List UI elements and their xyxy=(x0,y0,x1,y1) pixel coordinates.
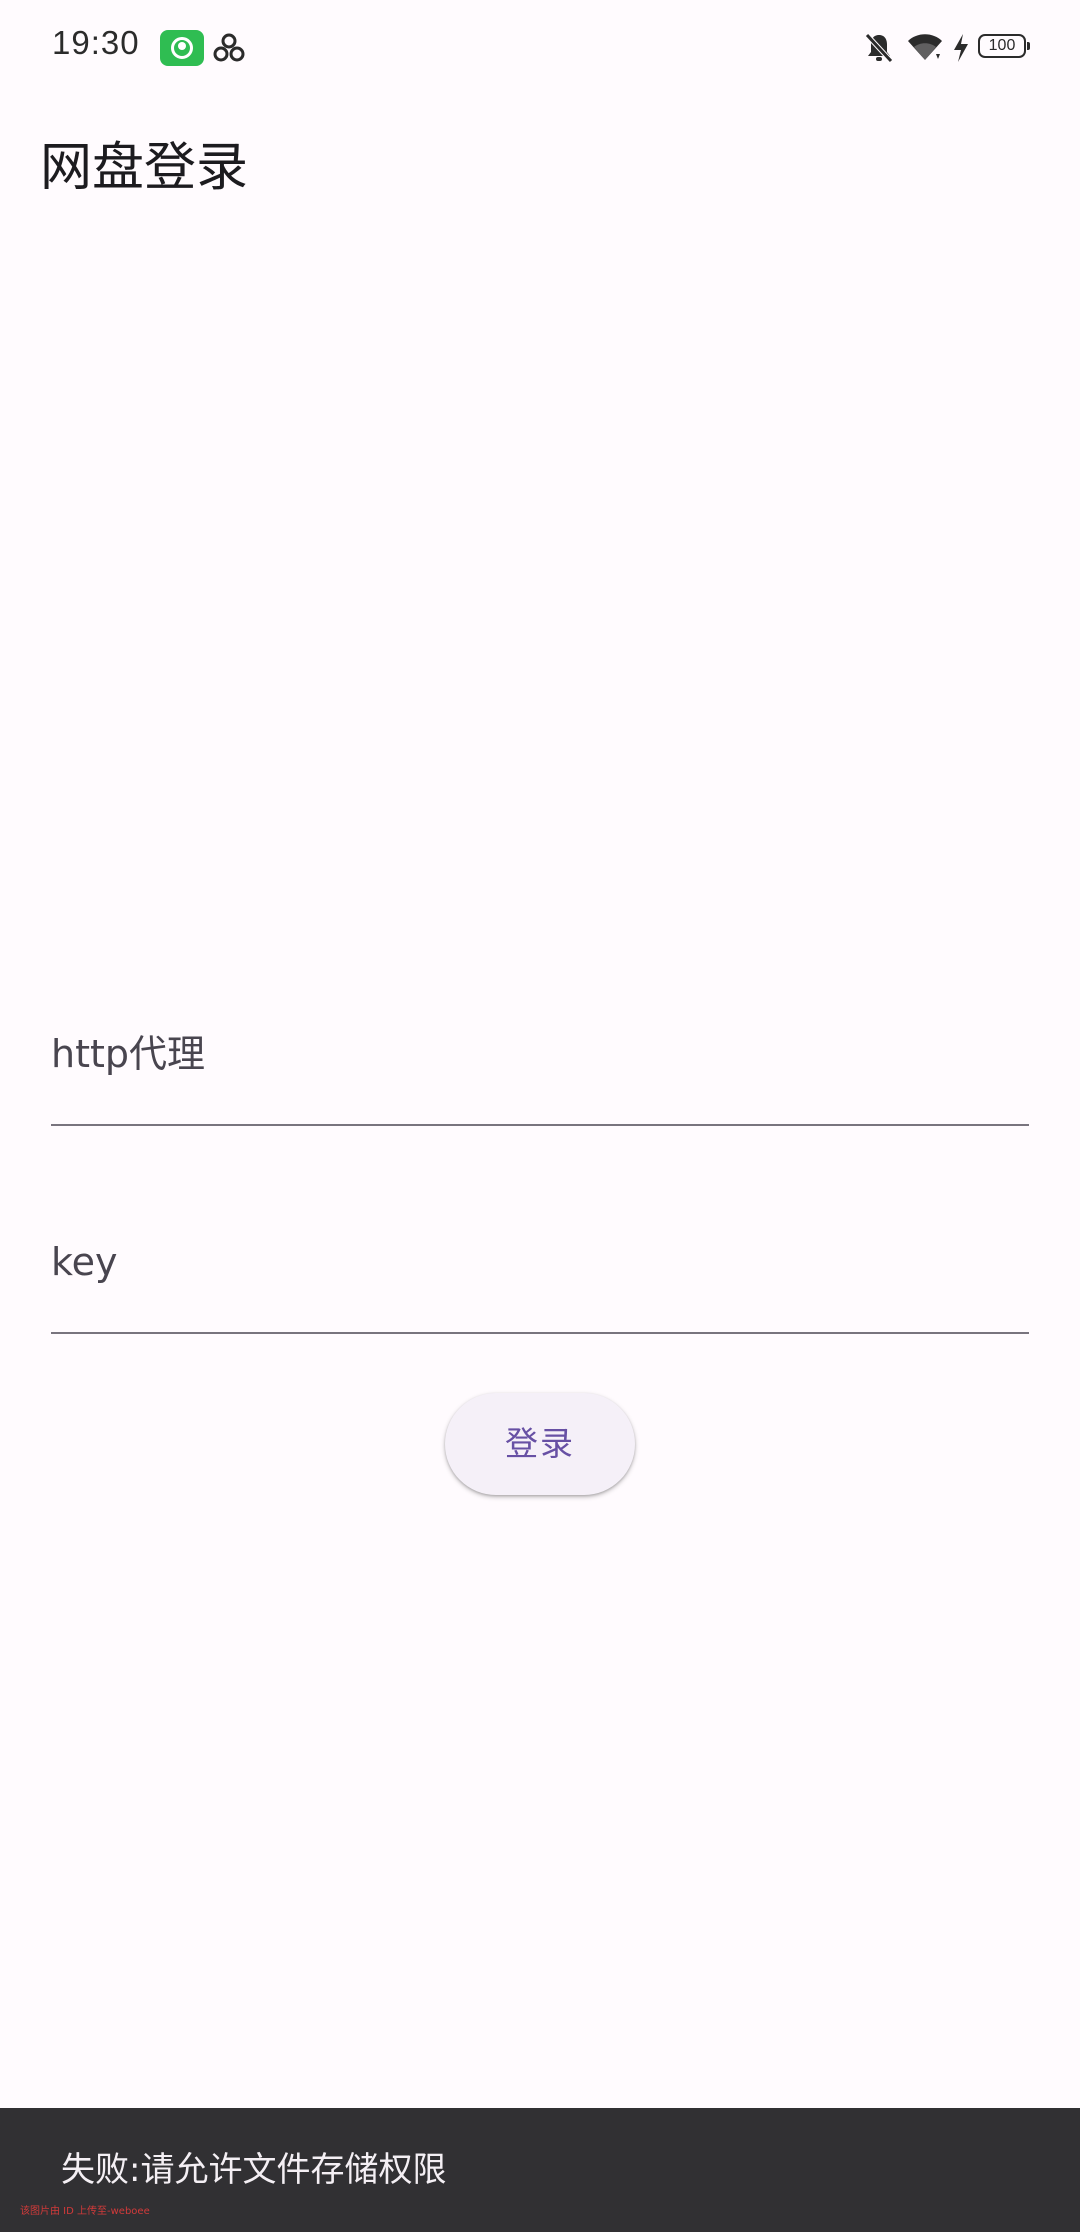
snackbar-message: 失败:请允许文件存储权限 xyxy=(61,2150,447,2190)
snackbar: 失败:请允许文件存储权限 该图片由 ID 上传至-weboee xyxy=(0,2108,1080,2232)
app-badge-icon xyxy=(160,30,204,66)
key-input[interactable] xyxy=(51,1292,1029,1332)
login-button[interactable]: 登录 xyxy=(445,1393,635,1495)
page-title: 网盘登录 xyxy=(40,138,249,198)
watermark: 该图片由 ID 上传至-weboee xyxy=(20,2206,150,2217)
status-time: 19:30 xyxy=(52,24,140,61)
proxy-field-label: http代理 xyxy=(51,1032,206,1076)
charging-icon xyxy=(954,34,968,62)
status-bar: 19:30 100 xyxy=(0,0,1080,96)
cluster-icon xyxy=(213,33,245,62)
proxy-field[interactable]: http代理 xyxy=(51,1028,1029,1126)
wifi-icon xyxy=(908,34,942,60)
key-field[interactable]: key xyxy=(51,1236,1029,1334)
mute-icon xyxy=(865,33,893,63)
key-field-label: key xyxy=(51,1240,118,1284)
proxy-input[interactable] xyxy=(51,1084,1029,1124)
battery-icon: 100 xyxy=(978,34,1030,58)
